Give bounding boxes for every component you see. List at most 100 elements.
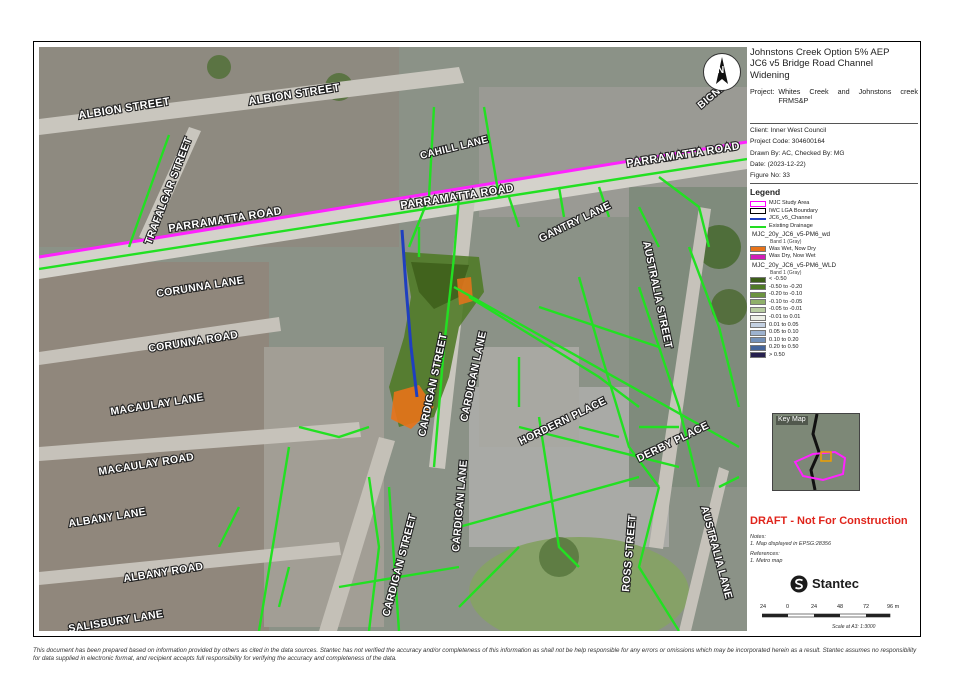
wld-label: -0.01 to 0.01 — [769, 314, 801, 321]
wld-label: 0.01 to 0.05 — [769, 321, 799, 328]
project-row: Project: Whites Creek and Johnstons cree… — [750, 87, 918, 105]
legend-group-wld-name: MJC_20y_JC6_v5-PM6_WLD — [752, 261, 836, 269]
notes-text: 1. Map displayed in EPSG:28356 — [750, 541, 832, 547]
key-map-canvas — [773, 414, 859, 490]
date-value: (2023-12-22) — [767, 160, 806, 168]
wld-label: > 0.50 — [769, 351, 785, 358]
title-block-panel: Johnstons Creek Option 5% AEP JC6 v5 Bri… — [750, 47, 918, 631]
legend-item-wld: 0.01 to 0.05 — [750, 321, 918, 329]
client-row: Client: Inner West Council — [750, 127, 827, 135]
figure-value: 33 — [782, 172, 790, 180]
street-label-albany-road: ALBANY ROAD — [123, 560, 205, 584]
legend-item-wld: 0.20 to 0.50 — [750, 344, 918, 352]
legend-item-lga-boundary: IWC LGA Boundary — [750, 208, 918, 216]
project-value: Whites Creek and Johnstons creek FRMS&P — [778, 87, 918, 106]
aerial-map[interactable]: ALBION STREET ALBION STREET TRAFALGAR ST… — [39, 47, 747, 631]
references-text: 1. Metro map — [750, 558, 783, 564]
legend-item-wld: -0.10 to -0.05 — [750, 299, 918, 307]
legend-item-wld: -0.05 to -0.01 — [750, 306, 918, 314]
map-title-line-2: JC6 v5 Bridge Road Channel — [750, 58, 874, 70]
notes-title: Notes: — [750, 534, 766, 540]
project-code-value: 304600164 — [791, 138, 825, 146]
stantec-wordmark: Stantec — [812, 575, 859, 591]
scale-tick: 0 — [786, 604, 790, 610]
wld-swatch — [750, 352, 766, 359]
legend-item-channel: JC6_v5_Channel — [750, 215, 918, 223]
scale-tick: 24 — [760, 604, 767, 610]
map-title-line-3: Widening — [750, 69, 790, 81]
scale-bar: 24 0 24 48 72 96 m Scale at A3: 1:3000 — [760, 604, 910, 630]
legend-group-wd-name: MJC_20y_JC6_v5-PM6_wd — [752, 231, 831, 239]
legend-item-wld: < -0.50 — [750, 276, 918, 284]
wld-label: 0.05 to 0.10 — [769, 329, 799, 336]
divider — [750, 183, 918, 185]
street-label-parramatta-2: PARRAMATTA ROAD — [400, 182, 515, 212]
project-label: Project: — [750, 87, 775, 97]
dry-wet-swatch — [750, 253, 766, 260]
map-title-line-1: Johnstons Creek Option 5% AEP — [750, 47, 890, 58]
project-code-row: Project Code: 304600164 — [750, 138, 825, 146]
street-label-derby: DERBY PLACE — [635, 420, 711, 465]
legend-item-wld: > 0.50 — [750, 352, 918, 360]
scale-tick: 48 — [837, 604, 844, 610]
street-label-albany-lane: ALBANY LANE — [68, 506, 147, 530]
legend-item-drainage: Existing Drainage — [750, 223, 918, 231]
north-arrow-label: N — [717, 65, 725, 76]
client-value: Inner West Council — [770, 127, 827, 135]
scale-tick: 24 — [811, 604, 818, 610]
key-map-title: Key Map — [776, 416, 808, 425]
legend-item-wld: -0.20 to -0.10 — [750, 291, 918, 299]
legend-item-study-area: MJC Study Area — [750, 200, 918, 208]
wld-swatch — [750, 299, 766, 306]
wld-swatch — [750, 322, 766, 329]
street-label-cahill: CAHILL LANE — [419, 134, 489, 162]
street-label-cardigan-lane-2: CARDIGAN LANE — [450, 460, 470, 553]
legend-item-wld: 0.10 to 0.20 — [750, 337, 918, 345]
scale-bar-graphic — [762, 613, 891, 618]
channel-line-swatch — [750, 217, 766, 220]
street-label-albion-2: ALBION STREET — [248, 82, 341, 108]
stantec-logo: Stantec — [790, 575, 859, 593]
lga-boundary-swatch — [750, 208, 766, 215]
wld-swatch — [750, 344, 766, 351]
stantec-mark-icon — [790, 575, 808, 593]
street-label-macaulay-lane: MACAULAY LANE — [110, 391, 205, 418]
divider — [750, 123, 918, 125]
wld-label: -0.10 to -0.05 — [769, 298, 803, 305]
north-arrow: N — [703, 53, 741, 91]
wld-label: 0.20 to 0.50 — [769, 344, 799, 351]
study-area-swatch — [750, 200, 766, 207]
street-label-australia-lane: AUSTRALIA LANE — [698, 505, 734, 601]
street-label-australia-street: AUSTRALIA STREET — [640, 240, 675, 350]
legend-item-wld: -0.50 to -0.20 — [750, 283, 918, 291]
wld-swatch — [750, 306, 766, 313]
street-label-hordern: HORDERN PLACE — [517, 395, 608, 448]
street-label-parramatta-1: PARRAMATTA ROAD — [168, 205, 283, 235]
legend-item-wld: 0.05 to 0.10 — [750, 329, 918, 337]
scale-caption: Scale at A3: 1:3000 — [832, 624, 876, 630]
street-label-corunna-road: CORUNNA ROAD — [148, 329, 240, 355]
street-label-ross: ROSS STREET — [620, 514, 639, 592]
wld-swatch — [750, 284, 766, 291]
street-label-cardigan-street-1: CARDIGAN STREET — [416, 332, 450, 438]
legend-item-dry-wet: Was Dry, Now Wet — [750, 253, 918, 261]
legend-title: Legend — [750, 187, 781, 198]
disclaimer-text: This document has been prepared based on… — [33, 647, 917, 662]
street-label-salisbury: SALISBURY LANE — [68, 608, 164, 631]
scale-tick: 72 — [863, 604, 870, 610]
street-label-parramatta-3: PARRAMATTA ROAD — [626, 140, 741, 170]
street-label-albion-1: ALBION STREET — [78, 96, 171, 122]
wld-label: -0.20 to -0.10 — [769, 291, 803, 298]
wld-label: 0.10 to 0.20 — [769, 336, 799, 343]
wld-label: -0.50 to -0.20 — [769, 283, 803, 290]
street-label-cardigan-lane-1: CARDIGAN LANE — [458, 330, 489, 422]
street-label-corunna-lane: CORUNNA LANE — [156, 274, 245, 300]
wld-swatch — [750, 276, 766, 283]
drainage-line-swatch — [750, 225, 766, 228]
legend-item-wet-dry: Was Wet, Now Dry — [750, 245, 918, 253]
wld-swatch — [750, 291, 766, 298]
figure-row: Figure No: 33 — [750, 172, 790, 180]
key-map: Key Map — [772, 413, 860, 491]
street-labels-layer: ALBION STREET ALBION STREET TRAFALGAR ST… — [66, 72, 741, 631]
street-label-macaulay-road: MACAULAY ROAD — [98, 451, 195, 478]
